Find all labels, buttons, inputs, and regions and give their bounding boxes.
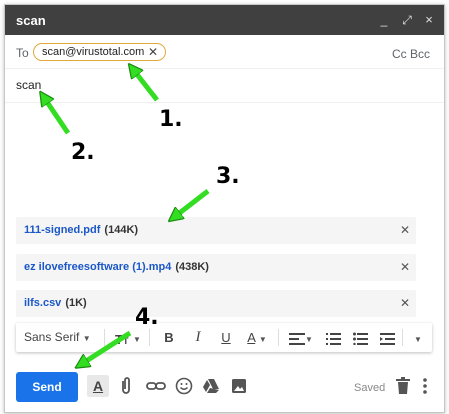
- annotation-overlay: [0, 0, 210, 414]
- annotation-number: 1.: [159, 107, 183, 132]
- arrow-3: [173, 189, 210, 218]
- annotation-number: 2.: [71, 140, 95, 165]
- annotation-number: 4.: [135, 305, 159, 330]
- arrow-1: [132, 68, 159, 102]
- arrow-4: [80, 330, 132, 365]
- annotation-number: 3.: [216, 164, 240, 189]
- arrow-2: [43, 96, 71, 135]
